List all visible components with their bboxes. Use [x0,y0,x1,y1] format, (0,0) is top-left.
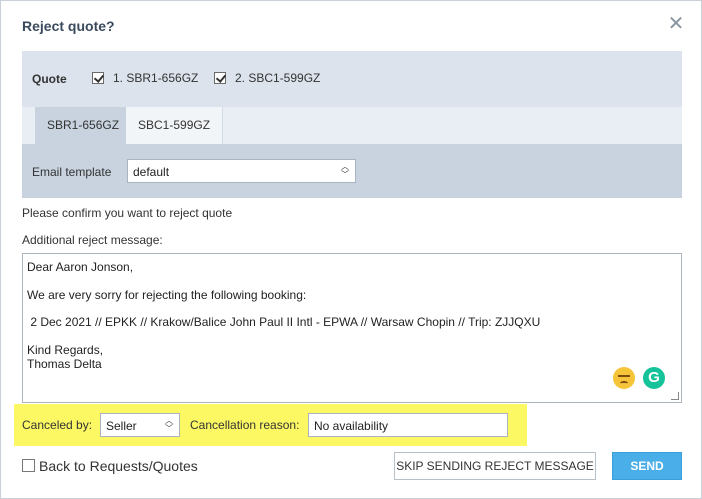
quote-option-1[interactable]: 1. SBR1-656GZ [92,71,198,85]
message-line: We are very sorry for rejecting the foll… [27,288,307,302]
quote-option-2-checkbox[interactable] [214,72,226,84]
message-line: 2 Dec 2021 // EPKK // Krakow/Balice John… [27,315,541,329]
quote-option-2-label: 2. SBC1-599GZ [235,71,321,85]
reject-quote-dialog: Reject quote? ✕ Quote 1. SBR1-656GZ 2. S… [0,0,702,499]
cancellation-highlight: Canceled by: Seller ︿ ﹀ Cancellation reas… [14,404,527,446]
resize-handle-icon[interactable] [671,392,679,400]
back-to-requests-checkbox[interactable] [22,459,35,472]
cancellation-reason-value: No availability [314,419,389,433]
quote-tabs: SBR1-656GZ SBC1-599GZ [22,107,682,144]
confirm-text: Please confirm you want to reject quote [22,206,233,220]
email-template-label: Email template [32,165,112,179]
cancellation-reason-label: Cancellation reason: [190,418,300,432]
skip-sending-button[interactable]: SKIP SENDING REJECT MESSAGE [394,452,596,480]
email-template-select[interactable]: default ︿ ﹀ [127,159,356,183]
quote-option-1-label: 1. SBR1-656GZ [113,71,199,85]
email-template-bar: Email template default ︿ ﹀ [22,144,682,198]
canceled-by-value: Seller [106,419,137,433]
canceled-by-select[interactable]: Seller ︿ ﹀ [100,413,180,437]
quote-label: Quote [32,72,67,86]
grammarly-icon[interactable]: G [643,367,665,389]
close-icon[interactable]: ✕ [667,14,685,34]
message-label: Additional reject message: [22,233,163,247]
tab-sbc1-599gz[interactable]: SBC1-599GZ [126,107,224,144]
message-line: Kind Regards, [27,343,104,357]
cancellation-reason-input[interactable]: No availability [308,413,508,437]
canceled-by-label: Canceled by: [22,418,93,432]
email-template-value: default [133,165,170,179]
quote-option-1-checkbox[interactable] [92,72,104,84]
quote-selector-bar: Quote 1. SBR1-656GZ 2. SBC1-599GZ [22,51,682,107]
message-line: Dear Aaron Jonson, [27,260,134,274]
reject-message-textarea[interactable]: Dear Aaron Jonson, We are very sorry for… [22,253,682,403]
chevron-updown-icon: ︿ ﹀ [341,162,349,179]
message-line: Thomas Delta [27,357,102,371]
emoji-icon[interactable] [613,367,635,389]
dialog-title: Reject quote? [22,18,115,34]
back-to-requests-label[interactable]: Back to Requests/Quotes [39,458,198,474]
send-button[interactable]: SEND [612,452,682,480]
quote-option-2[interactable]: 2. SBC1-599GZ [214,71,320,85]
chevron-updown-icon: ︿ ﹀ [165,416,173,433]
tab-sbr1-656gz[interactable]: SBR1-656GZ [35,107,132,144]
